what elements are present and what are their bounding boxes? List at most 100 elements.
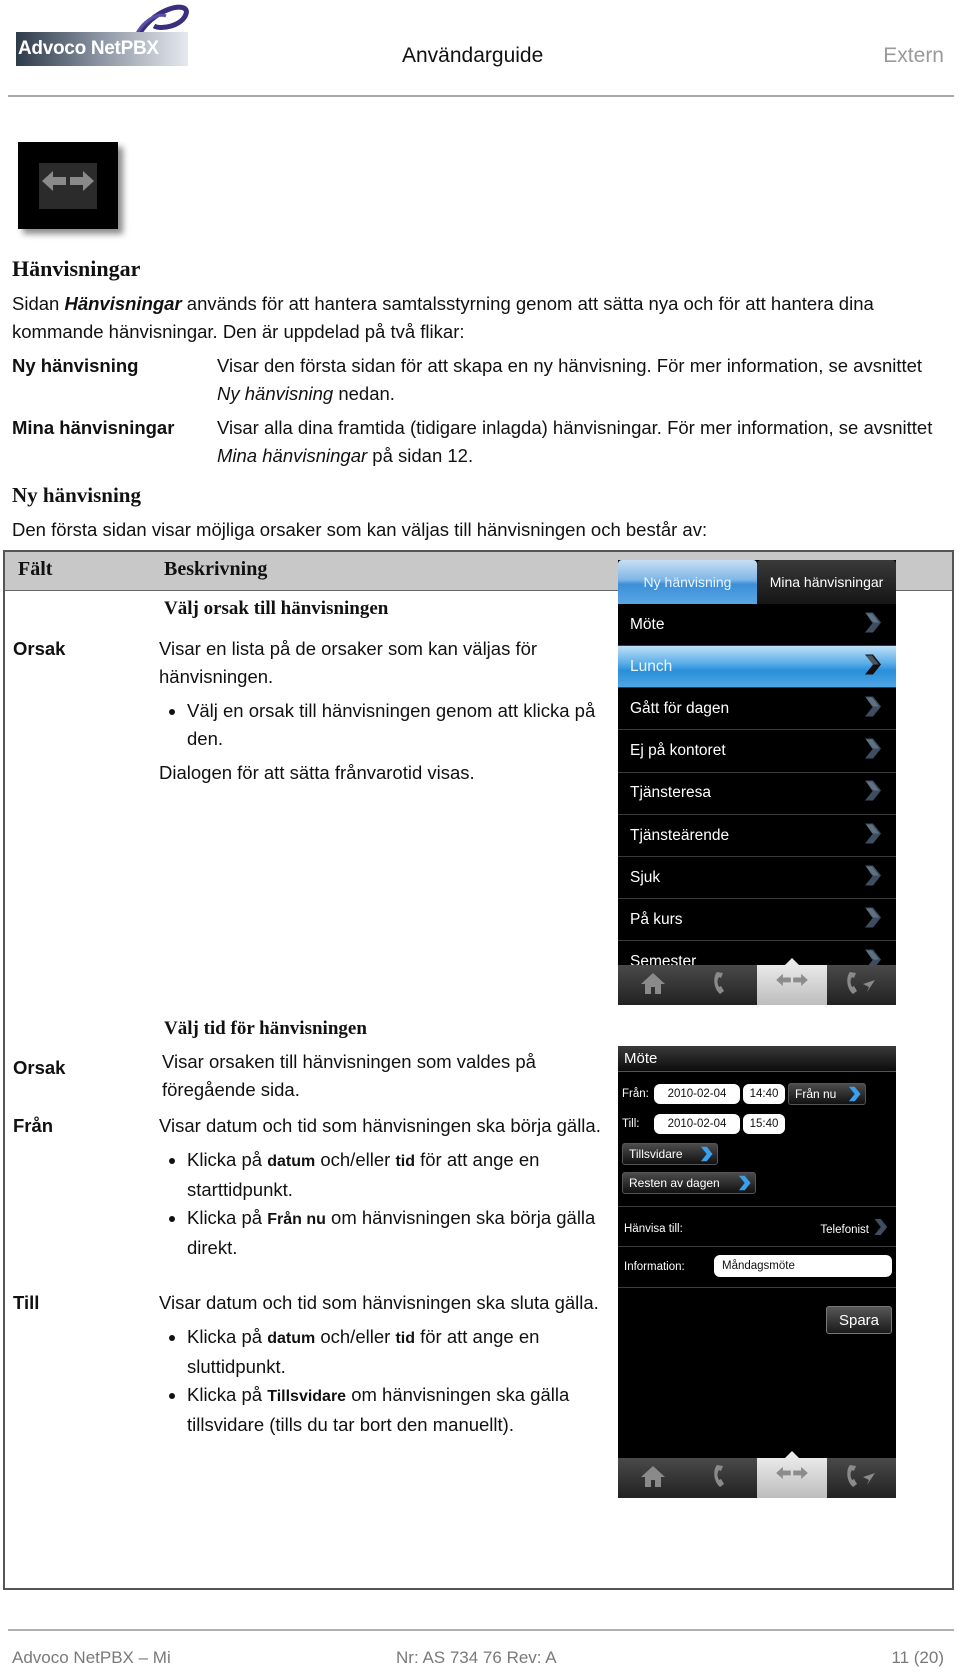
field-name: Från [13,1115,54,1136]
split-arrows-icon [774,969,810,1002]
split-arrows-icon [774,1462,810,1495]
reason-list-item[interactable]: Ej på kontoret [618,731,896,773]
chevron-right-icon [698,1146,714,1165]
chevron-right-icon [862,611,882,638]
refer-to-label: Hänvisa till: [624,1223,683,1235]
chevron-right-icon [862,653,882,680]
divider [618,1246,896,1247]
nav-home[interactable] [618,965,688,1005]
column-header: Beskrivning [164,558,268,580]
column-header: Fält [18,558,53,580]
information-input[interactable]: Måndagsmöte [714,1255,892,1277]
chevron-right-icon [862,780,882,807]
field-description-table: Fält Beskrivning Sida/Dialog Välj orsak … [3,550,954,1590]
tab-ny-hanvisning[interactable]: Ny hänvisning [618,560,757,604]
to-time-field[interactable]: 15:40 [743,1114,785,1134]
reason-label: Gått för dagen [630,699,730,717]
instruction-bullet: Välj en orsak till hänvisningen genom at… [187,697,619,753]
section-title: Hänvisningar [12,256,141,281]
reason-label: Möte [630,615,665,633]
reason-list-item[interactable]: Sjuk [618,857,896,900]
cross-reference-link[interactable]: Mina hänvisningar [217,445,367,466]
bottom-nav-bar [618,1451,897,1498]
nav-calls[interactable] [688,1458,758,1498]
footer-divider [8,1629,954,1631]
instruction-bullet: Klicka på Tillsvidare om hänvisningen sk… [187,1381,619,1439]
chevron-right-icon [862,738,882,765]
from-now-button[interactable]: Från nu [788,1083,866,1105]
instruction-bullet: Klicka på Från nu om hänvisningen ska bö… [187,1204,619,1262]
footer-page-number: 11 (20) [891,1648,944,1667]
field-description: Visar datum och tid som hänvisningen ska… [159,1112,619,1268]
subsection-intro: Den första sidan visar möjliga orsaker s… [12,519,708,540]
definition-row: Mina hänvisningar Visar alla dina framti… [12,414,942,470]
information-label: Information: [624,1261,685,1273]
chevron-right-icon [862,822,882,849]
reason-list-item[interactable]: Gått för dagen [618,688,896,731]
chevron-right-icon [872,1218,888,1241]
field-name: Till [13,1292,40,1313]
emphasis: Hänvisningar [64,293,182,314]
field-description: Visar orsaken till hänvisningen som vald… [162,1051,536,1100]
reason-label: Ej på kontoret [630,742,726,760]
reason-selection-screen: Ny hänvisning Mina hänvisningar Möte Lunc… [618,560,896,1005]
from-date-field[interactable]: 2010-02-04 [654,1084,740,1104]
field-name: Orsak [13,638,66,659]
reason-label: Tjänsteärende [630,826,730,844]
refer-to-value: Telefonist [820,1223,869,1236]
field-description: Visar datum och tid som hänvisningen ska… [159,1289,619,1445]
time-selection-dialog: Möte Från: 2010-02-04 14:40 Från nu Till… [618,1046,896,1498]
subsection-title: Ny hänvisning [12,483,141,507]
phone-icon [712,970,732,1001]
logo-text-suffix: etPBX [104,38,159,59]
from-time-field[interactable]: 14:40 [743,1084,785,1104]
logo-text: Advoco N [18,38,105,59]
save-button[interactable]: Spara [826,1306,892,1334]
definition-row: Ny hänvisning Visar den första sidan för… [12,352,942,408]
reason-label: På kurs [630,910,683,928]
footer-doc-number: Nr: AS 734 76 Rev: A [396,1648,557,1667]
footer-product: Advoco NetPBX – Mi [12,1648,171,1667]
tab-mina-hanvisningar[interactable]: Mina hänvisningar [757,560,896,604]
to-label: Till: [622,1118,640,1130]
tab-definition-list: Ny hänvisning Visar den första sidan för… [12,352,942,476]
table-section-title: Välj orsak till hänvisningen [164,598,389,619]
divider [618,1206,896,1207]
chevron-right-icon [862,695,882,722]
bottom-nav-bar [618,958,897,1005]
nav-forward[interactable] [827,965,897,1005]
until-further-notice-button[interactable]: Tillsvidare [622,1143,718,1165]
company-logo: Advoco NetPBX [16,2,191,66]
nav-forward[interactable] [827,1458,897,1498]
reason-label: Tjänsteresa [630,784,711,802]
nav-diversions[interactable] [757,958,827,1005]
instruction-bullet: Klicka på datum och/eller tid för att an… [187,1146,619,1204]
field-name: Orsak [13,1057,66,1078]
reason-list-item[interactable]: Tjänsteresa [618,773,896,815]
reason-label: Sjuk [630,868,661,886]
divider [618,1287,896,1288]
field-description: Visar en lista på de orsaker som kan väl… [159,635,619,793]
table-section-title: Välj tid för hänvisningen [164,1018,367,1039]
chevron-right-icon [862,906,882,933]
cross-reference-link[interactable]: Ny hänvisning [217,383,333,404]
reason-list-item[interactable]: Lunch [618,646,896,689]
chevron-right-icon [736,1175,752,1194]
call-forward-icon [845,1463,877,1494]
rest-of-day-button[interactable]: Resten av dagen [622,1172,756,1194]
nav-calls[interactable] [688,965,758,1005]
reason-list-item[interactable]: Tjänsteärende [618,815,896,857]
refer-to-selector[interactable]: Telefonist [820,1218,888,1241]
reason-list-item[interactable]: På kurs [618,899,896,942]
definition-text: Visar den första sidan för att skapa en … [217,355,923,404]
definition-text: Visar alla dina framtida (tidigare inlag… [217,417,933,466]
nav-home[interactable] [618,1458,688,1498]
header-divider [8,95,954,97]
section-intro: Sidan Hänvisningar används för att hante… [12,293,874,342]
reason-list-item[interactable]: Möte [618,604,896,646]
dialog-title: Möte [618,1046,896,1072]
home-icon [640,1464,666,1493]
chevron-right-icon [846,1086,862,1105]
to-date-field[interactable]: 2010-02-04 [654,1114,740,1134]
nav-diversions[interactable] [757,1451,827,1498]
